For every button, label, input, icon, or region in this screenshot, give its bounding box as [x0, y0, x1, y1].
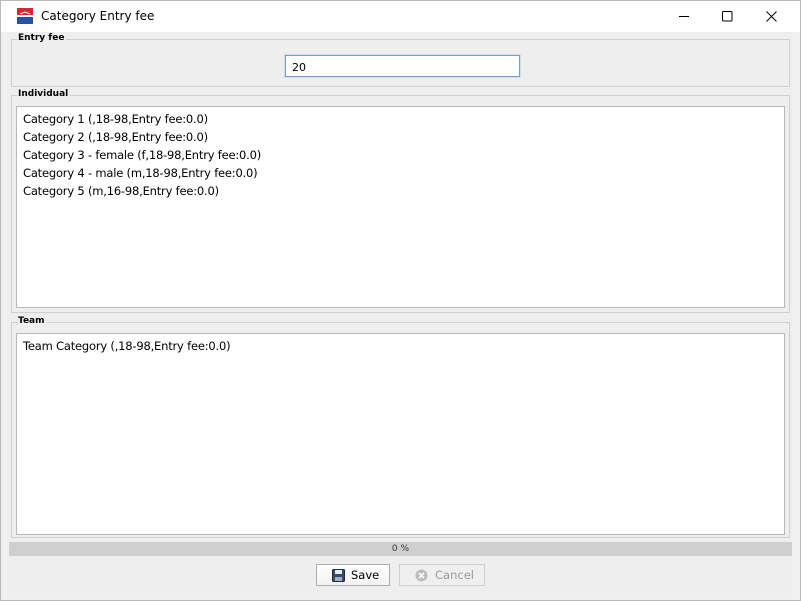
dialog-window: Category Entry fee Entry fee Individual — [0, 0, 801, 601]
save-button[interactable]: Save — [316, 564, 390, 586]
minimize-icon — [679, 16, 689, 17]
team-group-label: Team — [17, 316, 47, 326]
list-item[interactable]: Category 1 (,18-98,Entry fee:0.0) — [23, 110, 784, 128]
floppy-disk-icon — [332, 569, 345, 582]
app-logo-icon — [17, 8, 33, 24]
individual-group-label: Individual — [17, 89, 71, 99]
progress-label: 0 % — [391, 544, 410, 554]
dialog-content: Entry fee Individual Category 1 (,18-98,… — [9, 32, 792, 593]
progress-bar: 0 % — [9, 542, 792, 556]
team-group: Team Team Category (,18-98,Entry fee:0.0… — [11, 316, 790, 538]
save-button-label: Save — [351, 568, 380, 582]
entry-fee-input[interactable] — [285, 55, 520, 77]
list-item[interactable]: Category 3 - female (f,18-98,Entry fee:0… — [23, 146, 784, 164]
entry-fee-group: Entry fee — [11, 33, 790, 87]
list-item[interactable]: Category 5 (m,16-98,Entry fee:0.0) — [23, 182, 784, 200]
cancel-button-label: Cancel — [435, 568, 474, 582]
maximize-icon — [722, 11, 733, 22]
maximize-button[interactable] — [705, 1, 749, 32]
close-icon — [766, 11, 777, 22]
list-item[interactable]: Team Category (,18-98,Entry fee:0.0) — [23, 337, 784, 355]
window-title: Category Entry fee — [41, 9, 155, 23]
individual-category-list[interactable]: Category 1 (,18-98,Entry fee:0.0) Catego… — [16, 106, 785, 308]
cancel-button[interactable]: Cancel — [399, 564, 485, 586]
individual-group: Individual Category 1 (,18-98,Entry fee:… — [11, 89, 790, 313]
minimize-button[interactable] — [662, 1, 706, 32]
list-item[interactable]: Category 2 (,18-98,Entry fee:0.0) — [23, 128, 784, 146]
team-category-list[interactable]: Team Category (,18-98,Entry fee:0.0) — [16, 333, 785, 535]
title-bar[interactable]: Category Entry fee — [1, 1, 800, 32]
cancel-icon — [415, 569, 428, 582]
close-button[interactable] — [749, 1, 793, 32]
list-item[interactable]: Category 4 - male (m,18-98,Entry fee:0.0… — [23, 164, 784, 182]
entry-fee-group-label: Entry fee — [17, 33, 67, 43]
